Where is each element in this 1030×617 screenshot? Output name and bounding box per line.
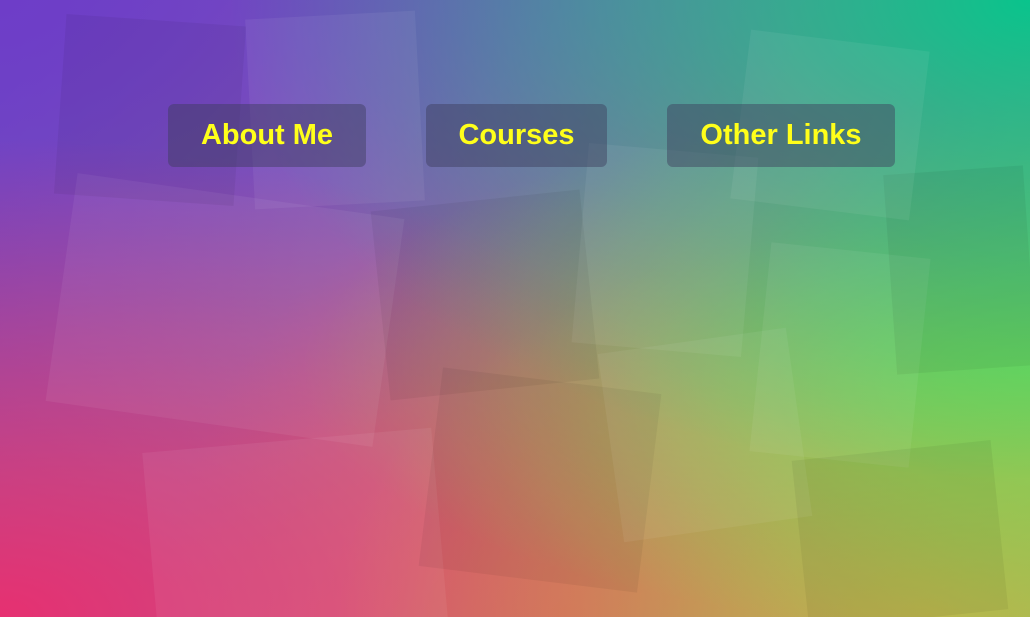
about-me-button[interactable]: About Me [168,104,366,167]
courses-button[interactable]: Courses [426,104,607,167]
main-navigation: About Me Courses Other Links [0,0,1030,617]
other-links-button[interactable]: Other Links [667,104,895,167]
